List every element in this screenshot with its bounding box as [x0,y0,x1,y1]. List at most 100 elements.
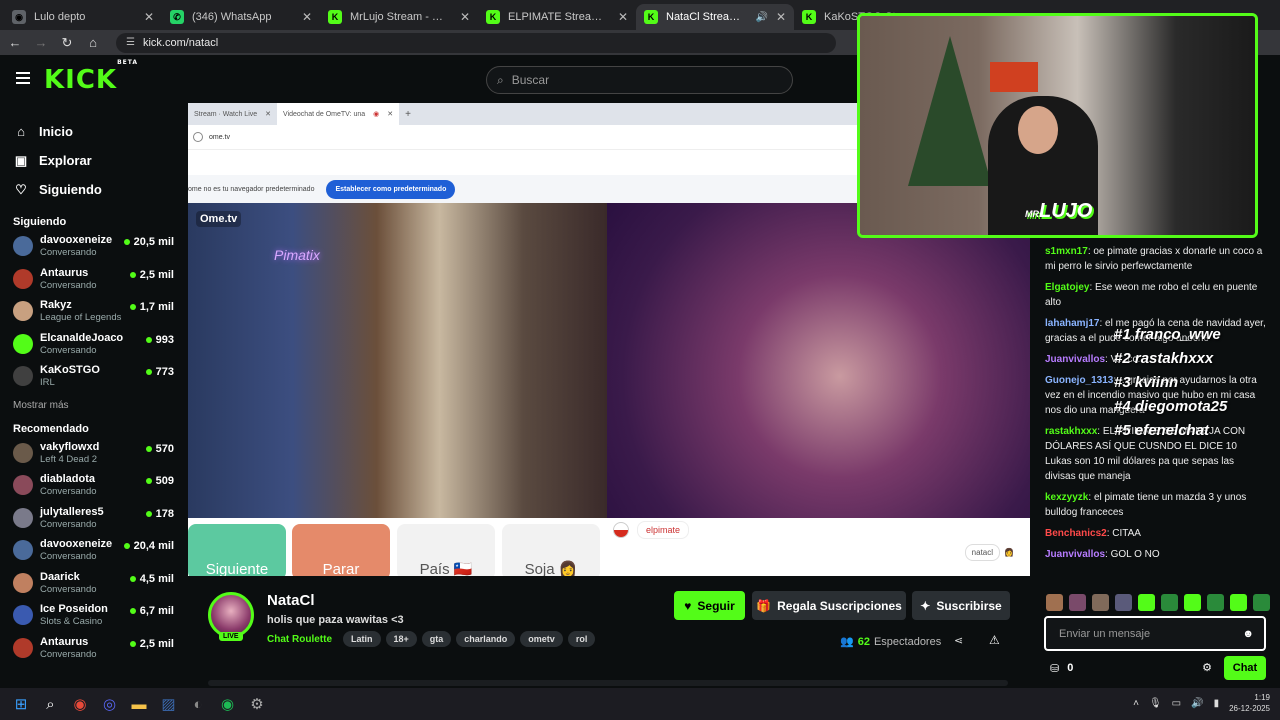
camera-feed-left: Ome.tv Pimatix [188,203,607,518]
inner-tab: Stream · Watch Live ✕ [194,110,272,119]
discord-icon[interactable]: ◎ [101,695,119,713]
chrome-icon[interactable]: ◉ [71,695,89,713]
channel-item[interactable]: vakyflowxd Left 4 Dead 2 570 [0,439,188,472]
file-explorer-icon[interactable]: ▬ [130,695,148,713]
emote-icon[interactable] [1069,594,1086,611]
chat-settings-icon[interactable]: ⚙ [1202,661,1212,674]
chat-username[interactable]: Elgatojey [1045,282,1089,293]
emote-icon[interactable] [1092,594,1109,611]
emote-icon[interactable] [1207,594,1224,611]
menu-icon[interactable] [16,72,30,87]
subscribe-button[interactable]: ✦ Suscribirse [912,591,1010,620]
microphone-icon[interactable]: 🎙 [1149,698,1162,709]
tag-chip[interactable]: Latin [343,631,381,647]
emote-icon[interactable] [1138,594,1155,611]
channel-item[interactable]: ElcanaldeJoaco Conversando 993 [0,330,188,363]
chat-username[interactable]: Guonejo_1313 [1045,375,1113,386]
chat-username[interactable]: kexzyyzk [1045,492,1088,503]
chat-input[interactable]: Enviar un mensaje ☻ [1044,616,1266,651]
chat-username[interactable]: s1mxn17 [1045,246,1088,257]
channel-item[interactable]: diabladota Conversando 509 [0,471,188,504]
emote-icon[interactable] [1046,594,1063,611]
stream-category[interactable]: Chat Roulette [267,634,332,645]
chat-username[interactable]: rastakhxxx [1045,426,1097,437]
channel-item[interactable]: Antaurus Conversando 2,5 mil [0,634,188,667]
windows-start-icon[interactable]: ⊞ [12,695,30,713]
tag-chip[interactable]: gta [421,631,452,647]
chevron-up-icon[interactable]: ˄ [1133,698,1139,709]
browser-tab[interactable]: K NataCl Stream - Watch Live 🔊 ✕ [636,4,794,30]
channel-category: Left 4 Dead 2 [40,453,98,465]
streamer-name[interactable]: NataCl [267,592,315,609]
nav-siguiendo[interactable]: ♡ Siguiendo [0,175,188,204]
search-input[interactable]: ⌕ Buscar [486,66,793,94]
channel-item[interactable]: Antaurus Conversando 2,5 mil [0,265,188,298]
report-icon[interactable]: ⚠ [989,633,1000,647]
address-bar[interactable]: ☰ kick.com/natacl [116,32,836,53]
follow-button[interactable]: ♥ Seguir [674,591,745,620]
chat-username[interactable]: Benchanics2 [1045,528,1107,539]
chat-send-button[interactable]: Chat [1224,656,1266,680]
chat-username[interactable]: Juanvivallos [1045,354,1105,365]
close-tab-icon[interactable]: ✕ [302,10,312,24]
points-icon[interactable]: ⛁ [1050,662,1059,675]
channel-item[interactable]: davooxeneize Conversando 20,5 mil [0,232,188,265]
tag-chip[interactable]: rol [567,631,596,647]
tag-chip[interactable]: 18+ [385,631,417,647]
tag-chip[interactable]: charlando [456,631,516,647]
channel-item[interactable]: KaKoSTGO IRL 773 [0,362,188,395]
chat-username[interactable]: Juanvivallos [1045,549,1105,560]
site-info-icon[interactable]: ☰ [126,37,135,48]
forward-icon[interactable]: → [34,35,48,50]
search-icon[interactable]: ⌕ [42,695,60,713]
browser-tab[interactable]: K MrLujo Stream - Watch Live on ✕ [320,4,478,30]
close-tab-icon[interactable]: ✕ [460,10,470,24]
browser-tab[interactable]: ✆ (346) WhatsApp ✕ [162,4,320,30]
browser-tab[interactable]: K ELPIMATE Stream - Watch Live ✕ [478,4,636,30]
volume-icon[interactable]: 🔊 [1191,698,1203,709]
live-dot-icon [145,336,152,343]
settings-icon[interactable]: ⚙ [248,695,266,713]
channel-item[interactable]: Rakyz League of Legends 1,7 mil [0,297,188,330]
close-tab-icon[interactable]: ✕ [144,10,154,24]
channel-item[interactable]: julytalleres5 Conversando 178 [0,504,188,537]
inner-site-icon [193,132,203,142]
back-icon[interactable]: ← [8,35,22,50]
channel-item[interactable]: davooxeneize Conversando 20,4 mil [0,536,188,569]
emote-icon[interactable] [1184,594,1201,611]
channel-item[interactable]: Daarick Conversando 4,5 mil [0,569,188,602]
emote-icon[interactable] [1230,594,1247,611]
live-dot-icon [129,575,136,582]
chat-username[interactable]: lahahamj17 [1045,318,1099,329]
globe-icon: ◉ [12,10,26,24]
clock[interactable]: 1:19 26-12-2025 [1229,692,1270,714]
close-tab-icon[interactable]: ✕ [618,10,628,24]
battery-icon[interactable]: ▮ [1214,698,1220,709]
spotify-icon[interactable]: ◉ [219,695,237,713]
share-icon[interactable]: ⋖ [954,634,963,647]
viewer-count: 993 [145,334,174,346]
speaker-icon[interactable]: 🔊 [755,12,767,23]
home-icon[interactable]: ⌂ [86,35,100,50]
kick-logo[interactable]: KICKBETA [44,59,138,95]
network-icon[interactable]: ▭ [1172,698,1181,709]
nav-explorar[interactable]: ▣ Explorar [0,146,188,175]
tag-chip[interactable]: ometv [520,631,563,647]
browser-tab[interactable]: ◉ Lulo depto ✕ [4,4,162,30]
visual-studio-icon[interactable]: ▨ [160,695,178,713]
channel-item[interactable]: Ice Poseidon Slots & Casino 6,7 mil [0,601,188,634]
nav-inicio[interactable]: ⌂ Inicio [0,117,188,146]
chat-message: Benchanics2: CITAA [1045,526,1266,541]
horizontal-scrollbar[interactable] [208,680,1008,686]
emoji-picker-icon[interactable]: ☻ [1242,628,1254,640]
emote-icon[interactable] [1115,594,1132,611]
close-tab-icon[interactable]: ✕ [776,10,786,24]
avatar [13,366,33,386]
emote-icon[interactable] [1161,594,1178,611]
emote-icon[interactable] [1253,594,1270,611]
gift-subs-button[interactable]: 🎁 Regala Suscripciones [752,591,906,620]
show-more-link[interactable]: Mostrar más [0,395,188,417]
reload-icon[interactable]: ↻ [60,35,74,50]
viewer-count-value: 1,7 mil [139,301,174,313]
steam-icon[interactable]: ◐ [189,695,207,713]
